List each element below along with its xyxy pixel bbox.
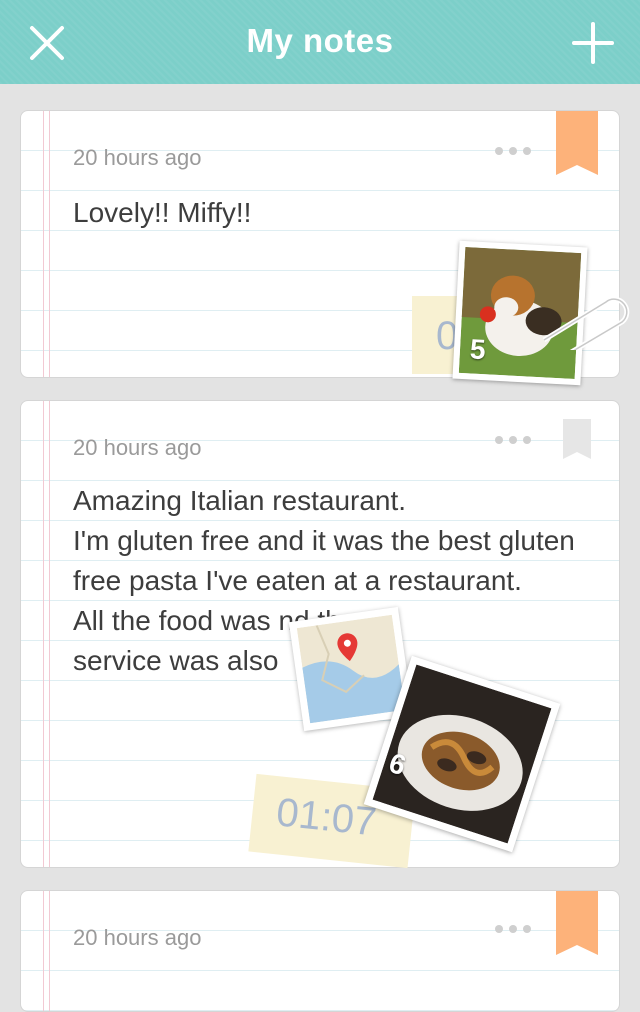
- note-timestamp: 20 hours ago: [73, 435, 202, 460]
- note-timestamp: 20 hours ago: [73, 925, 202, 950]
- more-options-icon[interactable]: [493, 145, 533, 157]
- add-note-button[interactable]: [568, 18, 618, 68]
- plus-icon: [572, 22, 614, 64]
- bookmark-icon[interactable]: [556, 110, 598, 175]
- audio-duration: 01:07: [274, 790, 379, 845]
- bookmark-outline-icon[interactable]: [563, 419, 591, 459]
- map-thumbnail: [296, 614, 406, 724]
- bookmark-icon[interactable]: [556, 890, 598, 955]
- note-text: Lovely!! Miffy!!: [73, 197, 252, 228]
- page-title: My notes: [246, 22, 394, 59]
- photo-count: 5: [469, 333, 487, 366]
- top-bar: My notes: [0, 0, 640, 84]
- more-options-icon[interactable]: [493, 923, 533, 935]
- note-card[interactable]: 20 hours ago: [20, 890, 620, 1012]
- paperclip-icon: [542, 296, 630, 350]
- note-timestamp: 20 hours ago: [73, 145, 202, 170]
- more-options-icon[interactable]: [493, 434, 533, 446]
